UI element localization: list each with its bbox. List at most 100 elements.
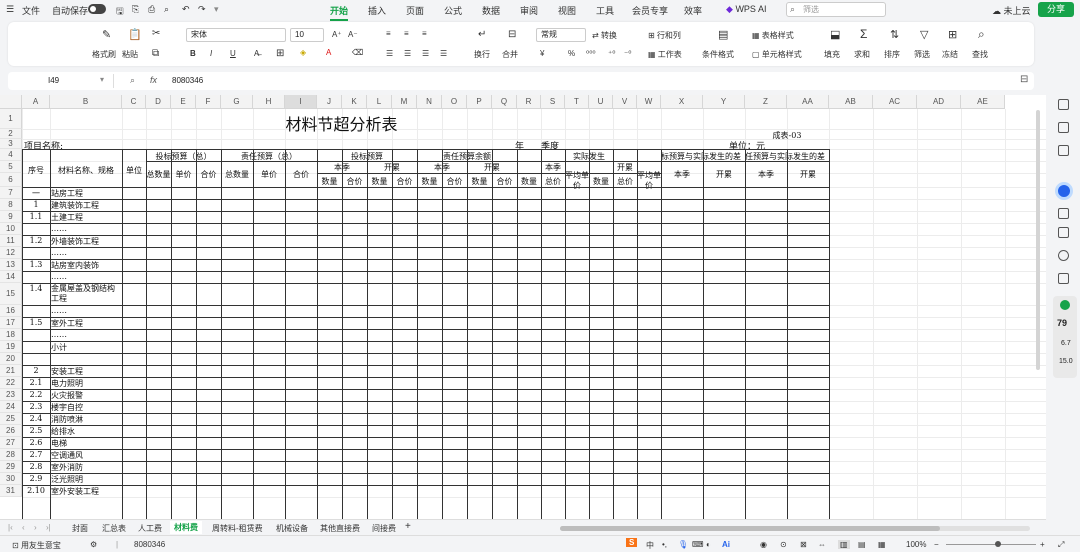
header-amount[interactable]: 合价	[392, 176, 417, 187]
column-header[interactable]: N	[417, 95, 442, 109]
item-name[interactable]: 电力照明	[51, 378, 83, 389]
chevron-down-icon[interactable]: ▾	[214, 4, 219, 15]
row-header[interactable]: 22	[0, 377, 22, 389]
name-box[interactable]: I49	[10, 74, 114, 88]
cursor-icon[interactable]	[1058, 99, 1069, 110]
next-sheet-icon[interactable]: ›	[34, 523, 37, 532]
item-name[interactable]: 空调通风	[51, 450, 83, 461]
fullscreen-icon[interactable]: ⤢	[1058, 540, 1064, 550]
wrap-button[interactable]: 换行	[474, 49, 490, 60]
header-amount[interactable]: 合价	[342, 176, 367, 187]
item-name[interactable]: 站房室内装饰	[51, 260, 99, 271]
column-header[interactable]: G	[221, 95, 253, 109]
row-header[interactable]: 31	[0, 485, 22, 497]
increase-decimal-icon[interactable]: ⁺⁰	[608, 49, 615, 58]
assistant-icon[interactable]	[1055, 182, 1073, 200]
row-header[interactable]: 29	[0, 461, 22, 473]
font-name-select[interactable]: 宋体	[186, 28, 286, 42]
tab-formula[interactable]: 公式	[444, 4, 462, 17]
redo-icon[interactable]: ↷	[198, 4, 206, 15]
sheet-tab-rental[interactable]: 周转料-租赁费	[212, 523, 263, 534]
paste-button[interactable]: 粘贴	[122, 49, 138, 60]
item-name[interactable]: ……	[51, 224, 67, 233]
column-header[interactable]: O	[442, 95, 467, 109]
split-view-icon[interactable]: ▦	[878, 540, 886, 549]
file-menu[interactable]: 文件	[22, 4, 40, 17]
column-header[interactable]: J	[317, 95, 342, 109]
item-number[interactable]: 2.10	[22, 486, 50, 495]
print-icon[interactable]: ⎙	[148, 4, 155, 15]
font-grow-icon[interactable]: A⁺	[332, 30, 342, 39]
sheet-tab-cover[interactable]: 封面	[72, 523, 88, 534]
item-number[interactable]: 1.3	[22, 260, 50, 269]
header-period[interactable]: 本季	[661, 169, 703, 180]
column-header[interactable]: F	[196, 95, 221, 109]
column-header[interactable]: L	[367, 95, 392, 109]
tab-member[interactable]: 会员专享	[632, 4, 668, 17]
font-size-select[interactable]: 10	[290, 28, 324, 42]
menu-icon[interactable]: ☰	[6, 4, 14, 15]
row-header[interactable]: 7	[0, 187, 22, 199]
justify-icon[interactable]: ☰	[440, 49, 447, 58]
column-header[interactable]: P	[467, 95, 492, 109]
item-name[interactable]: 室外安装工程	[51, 486, 99, 497]
column-header[interactable]: AB	[829, 95, 873, 109]
header-period[interactable]: 开累	[787, 169, 829, 180]
header-seq[interactable]: 序号	[22, 165, 50, 176]
header-avg-price[interactable]: 平均单价	[565, 171, 589, 191]
header-total-qty[interactable]: 总数量	[146, 169, 171, 180]
strikethrough-icon[interactable]: A̶	[254, 49, 259, 58]
number-format-select[interactable]: 常规	[536, 28, 586, 42]
vertical-scrollbar[interactable]	[1036, 110, 1040, 370]
item-name[interactable]: ……	[51, 330, 67, 339]
header-qty[interactable]: 数量	[467, 176, 492, 187]
align-right-icon[interactable]: ☰	[422, 49, 429, 58]
percent-icon[interactable]: %	[568, 49, 575, 58]
item-name[interactable]: 建筑装饰工程	[51, 200, 99, 211]
filter-button[interactable]: 筛选	[914, 49, 930, 60]
sheet-tab-other-direct[interactable]: 其他直接费	[320, 523, 360, 534]
preview-icon[interactable]: ⌕	[164, 4, 169, 15]
header-period[interactable]: 本季	[745, 169, 787, 180]
cut-icon[interactable]: ✂	[152, 28, 160, 39]
chevron-down-icon[interactable]: ▾	[100, 75, 104, 84]
fill-color-icon[interactable]: ◈	[300, 48, 306, 57]
zoom-slider[interactable]	[946, 544, 1036, 545]
border-icon[interactable]: ⊞	[276, 48, 284, 59]
export-icon[interactable]: ⎘	[132, 4, 139, 15]
share-side-icon[interactable]	[1058, 208, 1069, 219]
style-icon[interactable]	[1058, 122, 1069, 133]
header-name-spec[interactable]: 材料名称、规格	[50, 165, 122, 176]
header-unit-price[interactable]: 单价	[171, 169, 196, 180]
item-name[interactable]: 土建工程	[51, 212, 83, 223]
format-painter-button[interactable]: 格式刷	[92, 49, 116, 60]
sum-button[interactable]: 求和	[854, 49, 870, 60]
paste-icon[interactable]: 📋	[128, 28, 142, 41]
row-header[interactable]: 8	[0, 199, 22, 211]
item-number[interactable]: 1.1	[22, 212, 50, 221]
row-header[interactable]: 4	[0, 149, 22, 161]
sheet-tab-equipment[interactable]: 机械设备	[276, 523, 308, 534]
wrap-icon[interactable]: ↵	[478, 29, 486, 40]
row-header[interactable]: 30	[0, 473, 22, 485]
normal-view-icon[interactable]: ▥	[838, 540, 850, 549]
sheet-title[interactable]: 材料节超分析表	[22, 111, 661, 135]
column-header[interactable]: S	[541, 95, 565, 109]
fill-button[interactable]: 填充	[824, 49, 840, 60]
tab-page[interactable]: 页面	[406, 4, 424, 17]
search-input[interactable]: 筛选	[786, 2, 886, 17]
reading-icon[interactable]: ⇔	[818, 540, 826, 549]
user-status[interactable]: ⊡ 用友生意宝	[12, 540, 61, 551]
clear-format-icon[interactable]: ⌫	[352, 48, 363, 57]
cond-format-button[interactable]: 条件格式	[702, 49, 734, 60]
find-button[interactable]: 查找	[972, 49, 988, 60]
fx-icon[interactable]: fx	[150, 75, 157, 85]
horizontal-scrollbar-thumb[interactable]	[560, 526, 940, 531]
zoom-level[interactable]: 100%	[906, 540, 926, 549]
sheet-tab-labor[interactable]: 人工费	[138, 523, 162, 534]
header-amount[interactable]: 合价	[492, 176, 517, 187]
copy-icon[interactable]: ⧉	[152, 48, 159, 59]
spreadsheet-grid[interactable]: A B C D E F G H I J K L M N O P Q R S T U V W X Y Z AA AB AC AD AE 1 2 3 4…	[0, 95, 1046, 519]
item-number[interactable]: 2.3	[22, 402, 50, 411]
filter-icon[interactable]: ▽	[920, 28, 928, 41]
